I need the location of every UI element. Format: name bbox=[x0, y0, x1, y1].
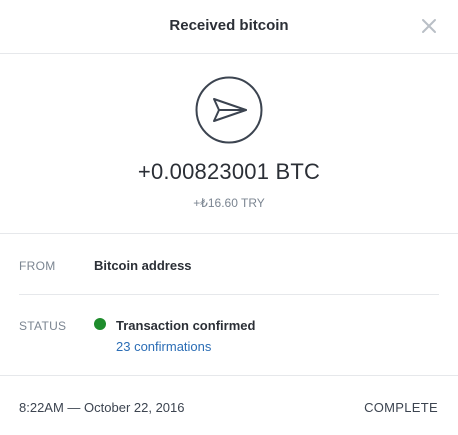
paper-plane-icon bbox=[195, 76, 263, 144]
transaction-dialog: Received bitcoin +0.00823001 BTC +₺16.60… bbox=[0, 0, 458, 435]
dialog-title: Received bitcoin bbox=[169, 17, 289, 34]
row-divider bbox=[19, 294, 439, 295]
dialog-header: Received bitcoin bbox=[0, 0, 458, 54]
status-label: STATUS bbox=[19, 319, 67, 333]
from-value: Bitcoin address bbox=[94, 258, 192, 273]
transaction-timestamp: 8:22AM — October 22, 2016 bbox=[19, 400, 185, 415]
status-indicator-dot bbox=[94, 318, 106, 330]
close-button[interactable] bbox=[419, 16, 439, 36]
fiat-amount: +₺16.60 TRY bbox=[193, 196, 265, 210]
confirmations-link[interactable]: 23 confirmations bbox=[116, 339, 211, 354]
section-divider bbox=[0, 233, 458, 234]
footer-divider bbox=[0, 375, 458, 376]
from-label: FROM bbox=[19, 259, 56, 273]
close-icon bbox=[422, 19, 436, 33]
status-value: Transaction confirmed bbox=[116, 318, 256, 333]
transaction-state: COMPLETE bbox=[364, 400, 438, 415]
btc-amount: +0.00823001 BTC bbox=[137, 159, 321, 184]
